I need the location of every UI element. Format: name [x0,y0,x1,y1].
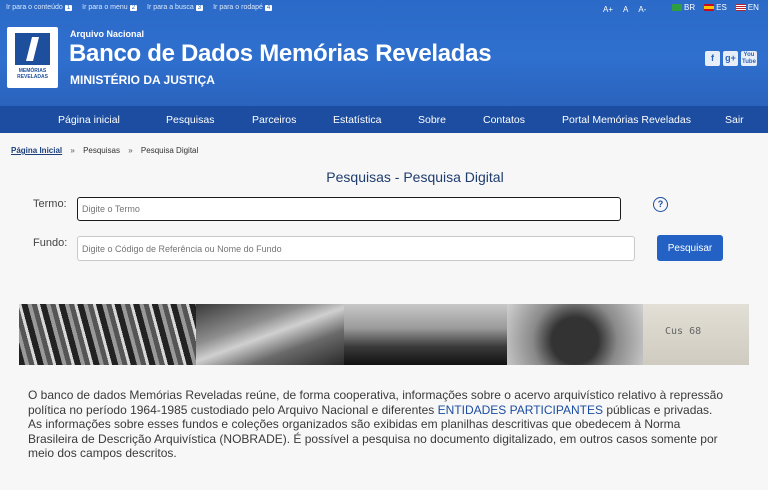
nav-estatistica[interactable]: Estatística [333,114,381,126]
site-title[interactable]: Banco de Dados Memórias Reveladas [69,40,492,68]
archive-photo-3 [344,304,507,365]
breadcrumb: Página Inicial » Pesquisas » Pesquisa Di… [11,146,199,155]
skip-to-content-link[interactable]: Ir para o conteúdo 1 [6,4,73,11]
nav-pesquisas[interactable]: Pesquisas [166,114,214,126]
skip-to-footer-link[interactable]: Ir para o rodapé 4 [213,4,273,11]
ministry-name: MINISTÉRIO DA JUSTIÇA [70,73,215,87]
fund-input[interactable] [77,236,635,261]
term-label: Termo: [33,198,67,210]
term-input[interactable] [77,197,621,221]
help-icon[interactable]: ? [653,197,668,212]
nav-portal[interactable]: Portal Memórias Reveladas [562,114,691,126]
lang-en[interactable]: EN [735,3,759,12]
nav-parceiros[interactable]: Parceiros [252,114,296,126]
nav-home[interactable]: Página inicial [58,114,120,126]
font-reset-button[interactable]: A [623,5,628,14]
skip-links: Ir para o conteúdo 1 Ir para o menu 2 Ir p… [6,4,273,11]
google-plus-icon[interactable]: g+ [723,51,738,66]
font-increase-button[interactable]: A+ [603,5,613,14]
main-nav: Página inicial Pesquisas Parceiros Estat… [0,106,768,133]
brazil-flag-icon [672,4,682,11]
skip-to-menu-link[interactable]: Ir para o menu 2 [82,4,138,11]
nav-sobre[interactable]: Sobre [418,114,446,126]
font-decrease-button[interactable]: A- [638,5,646,14]
breadcrumb-current: Pesquisa Digital [140,146,199,155]
archive-photo-4 [507,304,643,365]
org-name: Arquivo Nacional [70,29,145,39]
breadcrumb-pesquisas: Pesquisas [83,146,120,155]
site-header: Ir para o conteúdo 1 Ir para o menu 2 Ir p… [0,0,768,106]
lang-br[interactable]: BR [672,3,695,12]
archive-photo-2 [196,304,344,365]
us-flag-icon [735,4,746,11]
facebook-icon[interactable]: f [705,51,720,66]
spain-flag-icon [704,4,715,11]
archive-photo-5: Cus 68 [643,304,749,365]
search-button[interactable]: Pesquisar [657,235,723,261]
nav-sair[interactable]: Sair [725,114,744,126]
youtube-icon[interactable]: You Tube [741,51,757,66]
breadcrumb-home[interactable]: Página Inicial [11,146,62,155]
photo-strip: Cus 68 [19,304,749,365]
memorias-reveladas-logo[interactable]: MEMÓRIAS REVELADAS [7,27,58,88]
archive-photo-1 [19,304,196,365]
lang-es[interactable]: ES [704,3,727,12]
fund-label: Fundo: [33,237,68,249]
nav-contatos[interactable]: Contatos [483,114,525,126]
page-title: Pesquisas - Pesquisa Digital [326,169,504,185]
language-switcher: BR ES EN [672,3,759,12]
social-links: f g+ You Tube [705,51,757,66]
description-text: O banco de dados Memórias Reveladas reún… [28,388,724,461]
participating-entities-link[interactable]: ENTIDADES PARTICIPANTES [438,403,603,417]
font-size-controls: A+ A A- [603,5,646,14]
skip-to-search-link[interactable]: Ir para a busca 3 [147,4,204,11]
logo-mark-icon [15,33,50,65]
